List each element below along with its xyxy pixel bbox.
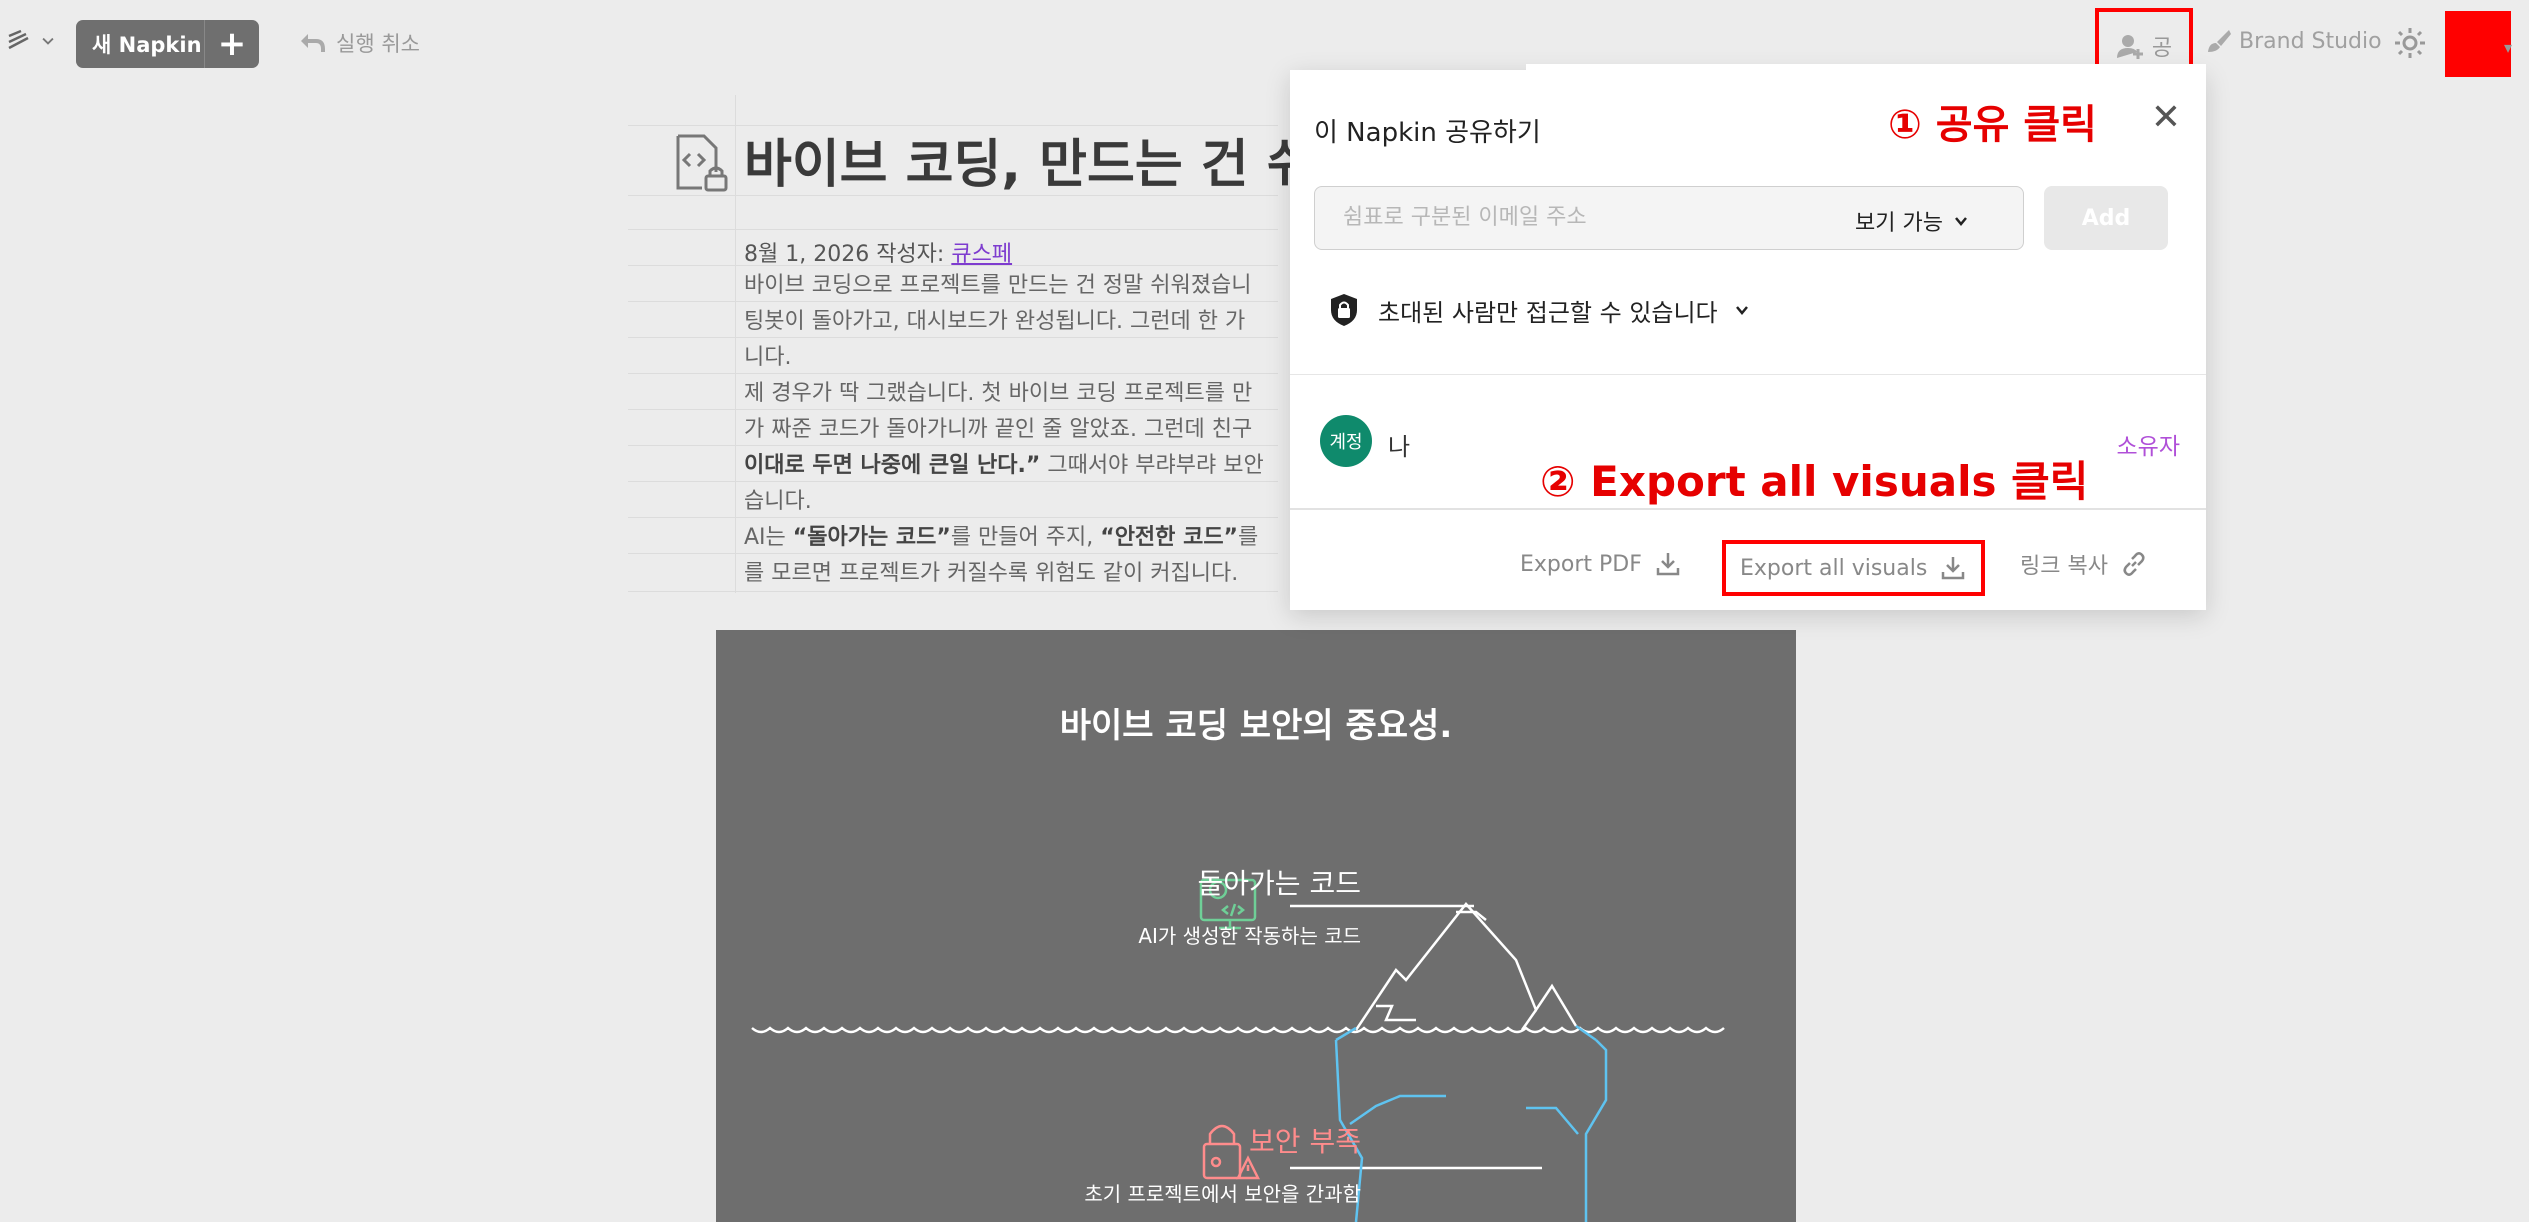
code-heading: 돌아가는 코드 xyxy=(1197,867,1361,900)
email-input[interactable] xyxy=(1343,205,1823,230)
chevron-down-icon xyxy=(1735,306,1748,315)
undo-label: 실행 취소 xyxy=(336,32,420,56)
body-line: 습니다. xyxy=(744,489,812,514)
napkin-logo-icon xyxy=(8,29,29,50)
document-meta: 8월 1, 2026 작성자: 큐스페 xyxy=(744,236,1012,268)
brand-studio-label: Brand Studio xyxy=(2239,28,2382,54)
member-name: 나 xyxy=(1388,433,1411,461)
export-visuals-label: Export all visuals xyxy=(1740,555,1928,581)
code-subtext: AI가 생성한 작동하는 코드 xyxy=(1138,924,1361,948)
share-dialog-title: 이 Napkin 공유하기 xyxy=(1314,118,1541,148)
copy-link-label: 링크 복사 xyxy=(2020,554,2108,579)
add-person-icon xyxy=(2116,35,2143,59)
body-line: 팅봇이 돌아가고, 대시보드가 완성됩니다. 그런데 한 가 xyxy=(744,309,1246,334)
plus-icon[interactable]: + xyxy=(204,20,259,68)
annotation-share-click: ① 공유 클릭 xyxy=(1888,102,2097,148)
download-icon xyxy=(1942,557,1965,580)
access-level-select[interactable]: 초대된 사람만 접근할 수 있습니다 xyxy=(1326,292,1750,328)
add-button[interactable]: Add xyxy=(2044,186,2168,250)
page-title: 바이브 코딩, 만드는 건 쉬 xyxy=(744,135,1290,195)
new-napkin-label[interactable]: 새 Napkin xyxy=(76,29,204,59)
sun-icon[interactable] xyxy=(2393,26,2427,60)
annotation-export-click: ② Export all visuals 클릭 xyxy=(1540,457,2089,506)
date-label: 8월 1, 2026 작성자: xyxy=(744,242,952,267)
avatar: 계정 xyxy=(1320,415,1372,467)
author-link[interactable]: 큐스페 xyxy=(951,242,1012,267)
copy-link-button[interactable]: 링크 복사 xyxy=(2020,544,2148,584)
body-line: 제 경우가 딱 그랬습니다. 첫 바이브 코딩 프로젝트를 만 xyxy=(744,381,1253,406)
member-role: 소유자 xyxy=(2116,434,2180,460)
chevron-down-icon xyxy=(1955,217,1967,226)
download-icon xyxy=(1656,553,1680,576)
user-avatar[interactable] xyxy=(2445,11,2511,77)
lock-shield-icon xyxy=(1331,294,1357,326)
undo-icon xyxy=(301,34,325,52)
share-label: 공 xyxy=(2151,36,2173,61)
napkin-visual[interactable]: 바이브 코딩 보안의 중요성. 돌아가는 코드 AI가 생성한 작동하는 코드 … xyxy=(716,630,1796,1222)
permission-value: 보기 가능 xyxy=(1855,211,1943,236)
chevron-down-icon[interactable]: ▾ xyxy=(2504,38,2512,57)
security-subtext: 초기 프로젝트에서 보안을 간과함 xyxy=(1084,1182,1361,1206)
body-line: 니다. xyxy=(744,345,792,370)
share-dialog: 이 Napkin 공유하기 ① 공유 클릭 ✕ 보기 가능 Add 초대된 사람… xyxy=(1290,64,2206,610)
app-menu-button[interactable] xyxy=(6,28,56,54)
new-napkin-button[interactable]: 새 Napkin + xyxy=(76,20,259,68)
code-file-lock-icon xyxy=(676,134,728,192)
brush-icon xyxy=(2208,30,2231,52)
export-all-visuals-button[interactable]: Export all visuals xyxy=(1722,540,1986,596)
access-label: 초대된 사람만 접근할 수 있습니다 xyxy=(1378,298,1718,327)
document-body[interactable]: 바이브 코딩으로 프로젝트를 만드는 건 정말 쉬워졌습니 팅봇이 돌아가고, … xyxy=(744,268,1290,598)
permission-select[interactable]: 보기 가능 xyxy=(1855,205,1969,237)
body-line: 바이브 코딩으로 프로젝트를 만드는 건 정말 쉬워졌습니 xyxy=(744,273,1252,298)
chevron-down-icon xyxy=(42,37,54,45)
link-icon xyxy=(2123,552,2145,576)
close-icon[interactable]: ✕ xyxy=(2146,98,2186,138)
export-pdf-label: Export PDF xyxy=(1520,551,1642,577)
export-pdf-button[interactable]: Export PDF xyxy=(1520,544,1682,584)
visual-title: 바이브 코딩 보안의 중요성. xyxy=(1059,706,1453,746)
body-line: AI는 “돌아가는 코드”를 만들어 주지, “안전한 코드”를 xyxy=(744,525,1259,550)
body-line: 를 모르면 프로젝트가 커질수록 위험도 같이 커집니다. xyxy=(744,561,1239,586)
security-heading: 보안 부족 xyxy=(1249,1125,1361,1158)
body-line: 가 짜준 코드가 돌아가니까 끝인 줄 알았죠. 그런데 친구 xyxy=(744,417,1253,442)
email-field-container: 보기 가능 xyxy=(1314,186,2024,250)
undo-button[interactable]: 실행 취소 xyxy=(298,28,420,58)
brand-studio-button[interactable]: Brand Studio xyxy=(2205,28,2382,54)
body-line: 이대로 두면 나중에 큰일 난다.” 그때서야 부랴부랴 보안 xyxy=(744,453,1264,478)
